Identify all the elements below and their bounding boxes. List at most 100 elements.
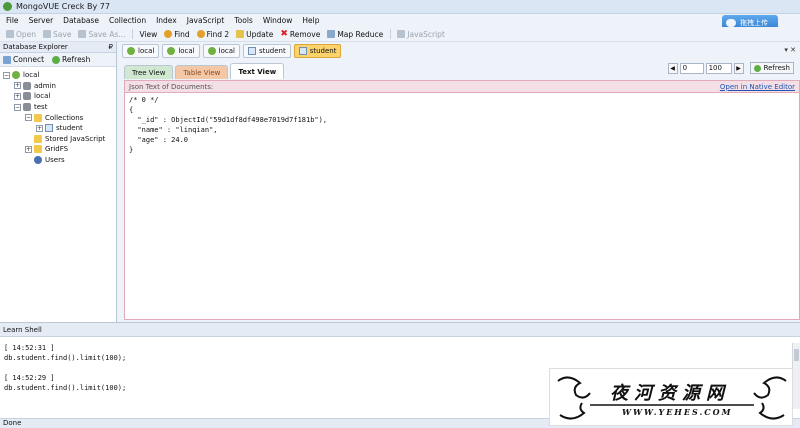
save-label: Save <box>53 29 72 39</box>
shell-header: Learn Shell <box>0 323 800 337</box>
view-button[interactable]: View <box>139 30 157 39</box>
pager: ◀ 0 100 ▶ Refresh <box>667 62 794 74</box>
expand-toggle[interactable]: + <box>25 145 32 153</box>
cloud-icon <box>726 19 736 27</box>
json-panel-header: Json Text of Documents: Open in Native E… <box>125 81 799 93</box>
explorer-refresh-button[interactable]: Refresh <box>52 55 90 64</box>
tab-table-view[interactable]: Table View <box>175 65 229 79</box>
database-icon <box>207 47 216 55</box>
pin-icon[interactable]: ₽ <box>109 43 113 51</box>
expand-toggle[interactable]: + <box>36 124 43 132</box>
explorer-toolbar: Connect Refresh <box>0 53 116 67</box>
expand-toggle[interactable]: + <box>14 92 21 100</box>
find2-button[interactable]: Find 2 <box>196 30 229 39</box>
save-as-button[interactable]: Save As... <box>78 30 125 39</box>
map-reduce-button[interactable]: Map Reduce <box>327 30 383 39</box>
javascript-button[interactable]: JavaScript <box>397 30 445 39</box>
open-icon <box>6 30 14 38</box>
tree-label: Collections <box>45 113 84 122</box>
tree-node-test[interactable]: − test <box>0 102 116 113</box>
menu-tools[interactable]: Tools <box>234 16 252 25</box>
database-icon <box>167 47 176 55</box>
find2-icon <box>196 30 205 38</box>
tree-node-admin[interactable]: + admin <box>0 81 116 92</box>
tree-label: Stored JavaScript <box>45 134 106 143</box>
doc-tab-local-1[interactable]: local <box>122 44 160 58</box>
scrollbar-thumb[interactable] <box>794 349 799 361</box>
database-icon <box>127 47 135 55</box>
explorer-title: Database Explorer <box>3 43 68 51</box>
folder-icon <box>34 134 42 143</box>
tree-node-gridfs[interactable]: + GridFS <box>0 144 116 155</box>
collection-icon <box>247 47 256 55</box>
shell-title: Learn Shell <box>3 325 42 334</box>
doc-tab-label: local <box>138 47 155 55</box>
tab-tree-view[interactable]: Tree View <box>124 65 174 79</box>
json-text-panel: Json Text of Documents: Open in Native E… <box>124 80 800 320</box>
menu-javascript[interactable]: JavaScript <box>187 16 225 25</box>
users-icon <box>34 156 42 165</box>
view-tabs: Tree View Table View Text View <box>124 63 286 79</box>
toolbar-separator <box>132 29 134 39</box>
open-button[interactable]: Open <box>6 30 36 39</box>
tree-label: Users <box>45 156 65 165</box>
prev-page-button[interactable]: ◀ <box>667 62 678 74</box>
tree-label: student <box>56 124 83 133</box>
find-button[interactable]: Find <box>164 30 190 39</box>
menu-server[interactable]: Server <box>29 16 54 25</box>
connect-icon <box>3 55 11 64</box>
tree-node-student[interactable]: + student <box>0 123 116 134</box>
tree-label: test <box>34 103 48 112</box>
javascript-icon <box>397 30 406 38</box>
collapse-toggle[interactable]: − <box>25 114 32 122</box>
update-button[interactable]: Update <box>236 30 273 39</box>
tree-label: local <box>23 71 40 80</box>
doc-tab-student-1[interactable]: student <box>242 44 291 58</box>
refresh-label: Refresh <box>763 64 790 72</box>
collection-icon <box>298 47 307 55</box>
menu-file[interactable]: File <box>6 16 19 25</box>
doc-tab-label: local <box>178 47 195 55</box>
save-as-label: Save As... <box>88 29 126 39</box>
update-label: Update <box>246 29 274 39</box>
window-controls[interactable]: ▾ ✕ <box>784 46 796 54</box>
next-page-button[interactable]: ▶ <box>733 62 744 74</box>
json-document-text[interactable]: /* 0 */ { "_id" : ObjectId("59d1df8df498… <box>125 93 799 157</box>
menu-window[interactable]: Window <box>263 16 293 25</box>
doc-tab-student-active[interactable]: student <box>293 44 342 58</box>
map-reduce-label: Map Reduce <box>337 29 384 39</box>
connect-button[interactable]: Connect <box>3 55 44 64</box>
tree-node-collections[interactable]: − Collections <box>0 112 116 123</box>
menu-index[interactable]: Index <box>156 16 177 25</box>
watermark-logo: 夜河资源网 WWW.YEHES.COM <box>549 368 793 426</box>
tree-node-server[interactable]: − local <box>0 70 116 81</box>
tab-text-view[interactable]: Text View <box>230 63 285 79</box>
skip-input[interactable]: 0 <box>679 62 704 74</box>
doc-tab-label: local <box>218 47 235 55</box>
folder-icon <box>34 113 42 122</box>
document-tabs: local local local student student <box>122 44 344 58</box>
doc-tab-local-2[interactable]: local <box>162 44 200 58</box>
menu-database[interactable]: Database <box>63 16 99 25</box>
limit-input[interactable]: 100 <box>705 62 732 74</box>
remove-button[interactable]: ✖ Remove <box>280 30 320 39</box>
save-button[interactable]: Save <box>43 30 71 39</box>
collapse-toggle[interactable]: − <box>14 103 21 111</box>
tree-node-stored-javascript[interactable]: Stored JavaScript <box>0 134 116 145</box>
server-icon <box>12 71 20 80</box>
menu-help[interactable]: Help <box>302 16 319 25</box>
doc-tab-local-3[interactable]: local <box>202 44 240 58</box>
open-native-editor-link[interactable]: Open in Native Editor <box>720 83 795 91</box>
database-icon <box>23 103 31 112</box>
tree-node-users[interactable]: Users <box>0 155 116 166</box>
collection-icon <box>45 124 53 133</box>
expand-toggle[interactable]: + <box>14 82 21 90</box>
results-refresh-button[interactable]: Refresh <box>749 62 794 74</box>
find-icon <box>164 30 173 38</box>
open-label: Open <box>16 29 37 39</box>
database-explorer: Database Explorer ₽ Connect Refresh − loc… <box>0 42 117 322</box>
menu-collection[interactable]: Collection <box>109 16 146 25</box>
doc-tab-label: student <box>309 47 337 55</box>
tree-node-local[interactable]: + local <box>0 91 116 102</box>
collapse-toggle[interactable]: − <box>3 71 10 79</box>
